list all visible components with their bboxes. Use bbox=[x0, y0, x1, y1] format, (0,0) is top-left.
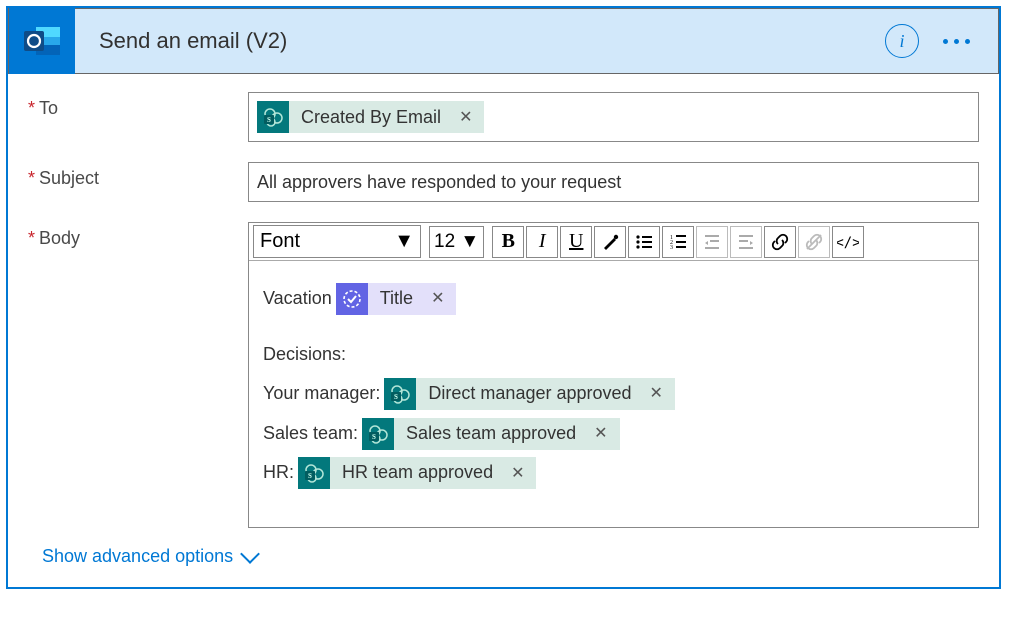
token-created-by-email[interactable]: S Created By Email ✕ bbox=[257, 101, 484, 133]
token-sales-team-approved[interactable]: S Sales team approved ✕ bbox=[362, 418, 620, 450]
body-line-vacation: Vacation Title ✕ bbox=[263, 279, 964, 319]
link-icon[interactable] bbox=[764, 226, 796, 258]
sharepoint-icon: S bbox=[298, 457, 330, 489]
to-label: *To bbox=[28, 92, 248, 119]
body-line-hr: HR: S HR team approved ✕ bbox=[263, 453, 964, 493]
subject-value: All approvers have responded to your req… bbox=[257, 172, 621, 193]
italic-button[interactable]: I bbox=[526, 226, 558, 258]
size-select[interactable]: 12 ▼ bbox=[429, 226, 484, 258]
svg-text:3: 3 bbox=[670, 245, 673, 251]
code-view-icon[interactable]: </> bbox=[832, 226, 864, 258]
bold-button[interactable]: B bbox=[492, 226, 524, 258]
sharepoint-icon: S bbox=[257, 101, 289, 133]
to-row: *To S Created By Email ✕ bbox=[28, 92, 979, 142]
svg-text:S: S bbox=[308, 472, 312, 480]
body-content[interactable]: Vacation Title ✕ Decisions: Your manager… bbox=[249, 261, 978, 527]
color-picker-icon[interactable] bbox=[594, 226, 626, 258]
ellipsis-menu-icon[interactable] bbox=[937, 33, 976, 50]
body-line-manager: Your manager: S Direct manager approved … bbox=[263, 374, 964, 414]
body-label: *Body bbox=[28, 222, 248, 249]
action-card: Send an email (V2) i *To S Created By Em… bbox=[6, 6, 1001, 589]
body-line-sales: Sales team: S Sales team approved ✕ bbox=[263, 414, 964, 454]
subject-label: *Subject bbox=[28, 162, 248, 189]
font-select[interactable]: Font▼ bbox=[253, 225, 421, 258]
svg-text:</>: </> bbox=[837, 235, 859, 251]
outlook-icon bbox=[9, 8, 75, 74]
card-title: Send an email (V2) bbox=[75, 28, 885, 54]
card-header[interactable]: Send an email (V2) i bbox=[8, 8, 999, 74]
body-row: *Body Font▼ 12 ▼ B I U bbox=[28, 222, 979, 528]
svg-text:S: S bbox=[267, 116, 271, 124]
underline-button[interactable]: U bbox=[560, 226, 592, 258]
outdent-icon[interactable] bbox=[696, 226, 728, 258]
sharepoint-icon: S bbox=[362, 418, 394, 450]
token-hr-team-approved[interactable]: S HR team approved ✕ bbox=[298, 457, 536, 489]
numbered-list-icon[interactable]: 123 bbox=[662, 226, 694, 258]
approvals-icon bbox=[336, 283, 368, 315]
chevron-down-icon bbox=[240, 544, 260, 564]
info-icon[interactable]: i bbox=[885, 24, 919, 58]
sharepoint-icon: S bbox=[384, 378, 416, 410]
subject-row: *Subject All approvers have responded to… bbox=[28, 162, 979, 202]
token-remove-icon[interactable]: ✕ bbox=[642, 376, 671, 411]
token-direct-manager-approved[interactable]: S Direct manager approved ✕ bbox=[384, 378, 675, 410]
body-editor: Font▼ 12 ▼ B I U 123 bbox=[248, 222, 979, 528]
token-remove-icon[interactable]: ✕ bbox=[451, 107, 480, 127]
card-body: *To S Created By Email ✕ *Subject All ap… bbox=[8, 74, 999, 587]
bulleted-list-icon[interactable] bbox=[628, 226, 660, 258]
token-title[interactable]: Title ✕ bbox=[336, 283, 457, 315]
subject-field[interactable]: All approvers have responded to your req… bbox=[248, 162, 979, 202]
svg-text:S: S bbox=[394, 393, 398, 401]
token-label: Created By Email bbox=[289, 107, 451, 128]
to-field[interactable]: S Created By Email ✕ bbox=[248, 92, 979, 142]
unlink-icon[interactable] bbox=[798, 226, 830, 258]
token-remove-icon[interactable]: ✕ bbox=[586, 416, 615, 451]
rte-toolbar: Font▼ 12 ▼ B I U 123 bbox=[249, 223, 978, 261]
token-remove-icon[interactable]: ✕ bbox=[423, 281, 452, 316]
show-advanced-options[interactable]: Show advanced options bbox=[28, 540, 259, 573]
svg-text:S: S bbox=[372, 433, 376, 441]
token-remove-icon[interactable]: ✕ bbox=[503, 456, 532, 491]
decisions-label: Decisions: bbox=[263, 335, 964, 375]
indent-icon[interactable] bbox=[730, 226, 762, 258]
